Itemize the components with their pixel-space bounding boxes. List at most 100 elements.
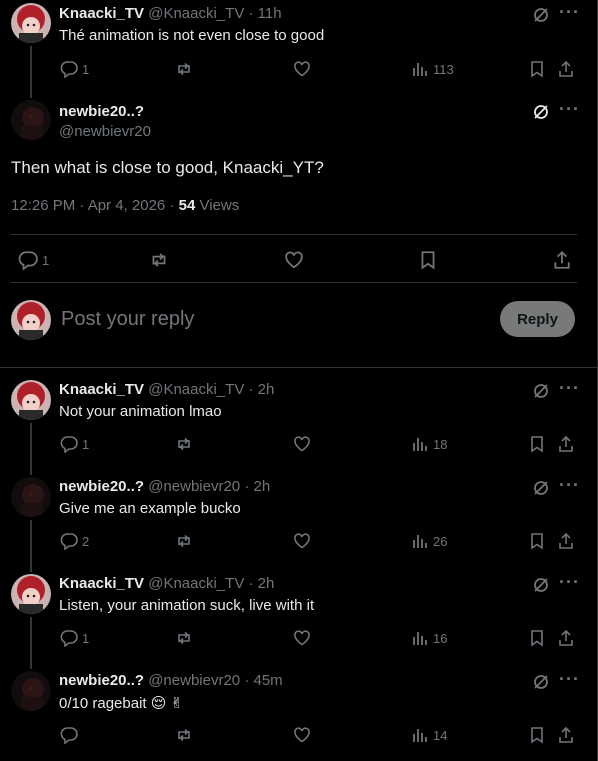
grok-icon[interactable] (532, 479, 550, 497)
views-action[interactable]: 16 (411, 629, 447, 647)
tweet-meta: 12:26 PM · Apr 4, 2026 · 54 Views (11, 197, 239, 214)
like-icon[interactable] (293, 726, 311, 744)
bookmark-icon[interactable] (528, 726, 546, 744)
reply-tweet[interactable]: newbie20..? @newbievr20 · 45m 0/10 rageb… (0, 669, 596, 761)
bookmark-icon[interactable] (528, 60, 546, 78)
reply-tweet[interactable]: Knaacki_TV @Knaacki_TV · 2h Listen, your… (0, 572, 596, 669)
share-icon[interactable] (552, 250, 572, 270)
reply-action[interactable]: 2 (60, 532, 89, 550)
more-icon[interactable]: ··· (559, 669, 580, 690)
like-icon[interactable] (293, 60, 311, 78)
grok-icon[interactable] (532, 576, 550, 594)
share-icon[interactable] (557, 60, 575, 78)
reply-count: 1 (82, 436, 90, 452)
grok-icon[interactable] (532, 673, 550, 691)
author-handle[interactable]: @newbievr20 (148, 672, 240, 689)
separator: · (244, 575, 258, 592)
reply-action[interactable]: 1 (60, 435, 89, 453)
author-handle[interactable]: @newbievr20 (148, 478, 240, 495)
bookmark-icon[interactable] (418, 250, 438, 270)
reply-action[interactable]: 1 (60, 60, 89, 78)
reply-input[interactable]: Post your reply (61, 308, 194, 331)
timestamp[interactable]: 45m (254, 672, 283, 689)
grok-icon[interactable] (532, 382, 550, 400)
author-handle[interactable]: @newbievr20 (59, 123, 151, 140)
thread-line (30, 617, 32, 669)
share-icon[interactable] (557, 532, 575, 550)
reply-count: 1 (82, 61, 90, 77)
bookmark-icon[interactable] (528, 532, 546, 550)
timestamp[interactable]: 2h (258, 575, 275, 592)
thread-line (30, 423, 32, 475)
like-icon[interactable] (293, 532, 311, 550)
reply-tweet[interactable]: Knaacki_TV @Knaacki_TV · 2h Not your ani… (0, 378, 596, 475)
more-icon[interactable]: ··· (559, 378, 580, 399)
reply-action[interactable]: 1 (18, 250, 49, 270)
more-icon[interactable]: ··· (559, 572, 580, 593)
reply-icon (60, 532, 78, 550)
author-name[interactable]: Knaacki_TV (59, 5, 144, 22)
reply-count: 1 (42, 252, 50, 268)
like-icon[interactable] (293, 435, 311, 453)
author-name[interactable]: newbie20..? (59, 103, 144, 120)
divider (11, 234, 577, 235)
avatar[interactable] (11, 671, 51, 711)
like-icon[interactable] (284, 250, 304, 270)
view-count: 26 (433, 533, 448, 549)
author-name[interactable]: newbie20..? (59, 478, 144, 495)
grok-icon[interactable] (532, 103, 550, 121)
repost-icon[interactable] (149, 250, 169, 270)
author-handle[interactable]: @Knaacki_TV (148, 5, 244, 22)
repost-icon[interactable] (175, 60, 193, 78)
share-icon[interactable] (557, 435, 575, 453)
more-icon[interactable]: ··· (559, 2, 580, 23)
views-action[interactable]: 14 (411, 726, 447, 744)
views-label: Views (199, 197, 240, 214)
avatar[interactable] (11, 477, 51, 517)
thread-line (30, 520, 32, 572)
timestamp[interactable]: 12:26 PM · Apr 4, 2026 · (11, 197, 174, 214)
reply-action[interactable]: 1 (60, 629, 89, 647)
grok-icon[interactable] (532, 6, 550, 24)
views-action[interactable]: 26 (411, 532, 447, 550)
repost-icon[interactable] (175, 629, 193, 647)
timestamp[interactable]: 2h (258, 381, 275, 398)
timestamp[interactable]: 11h (258, 5, 282, 22)
more-icon[interactable]: ··· (559, 99, 580, 120)
share-icon[interactable] (557, 726, 575, 744)
bookmark-icon[interactable] (528, 435, 546, 453)
parent-tweet[interactable]: Knaacki_TV @Knaacki_TV · 11h Thé animati… (0, 0, 596, 98)
views-action[interactable]: 113 (411, 60, 454, 78)
share-icon[interactable] (557, 629, 575, 647)
author-handle[interactable]: @Knaacki_TV (148, 575, 244, 592)
reply-icon (60, 629, 78, 647)
thread-line (30, 46, 32, 98)
bookmark-icon[interactable] (528, 629, 546, 647)
avatar[interactable] (11, 574, 51, 614)
avatar[interactable] (11, 100, 51, 140)
reply-button[interactable]: Reply (500, 301, 575, 337)
timestamp[interactable]: 2h (254, 478, 271, 495)
tweet-text: Then what is close to good, Knaacki_YT? (11, 158, 324, 177)
author-name[interactable]: newbie20..? (59, 672, 144, 689)
tweet-text: Thé animation is not even close to good (59, 27, 325, 44)
tweet-header: Knaacki_TV @Knaacki_TV · 2h (59, 381, 274, 398)
reply-action[interactable] (60, 726, 82, 744)
repost-icon[interactable] (175, 532, 193, 550)
avatar[interactable] (11, 380, 51, 420)
reply-icon (60, 60, 78, 78)
reply-tweet[interactable]: newbie20..? @newbievr20 · 2h Give me an … (0, 475, 596, 572)
views-action[interactable]: 18 (411, 435, 447, 453)
repost-icon[interactable] (175, 435, 193, 453)
author-handle[interactable]: @Knaacki_TV (148, 381, 244, 398)
repost-icon[interactable] (175, 726, 193, 744)
more-icon[interactable]: ··· (559, 475, 580, 496)
view-count: 18 (433, 436, 448, 452)
reply-count: 1 (82, 630, 90, 646)
view-count: 113 (433, 61, 454, 77)
like-icon[interactable] (293, 629, 311, 647)
analytics-icon (411, 435, 429, 453)
avatar[interactable] (11, 3, 51, 43)
author-name[interactable]: Knaacki_TV (59, 575, 144, 592)
author-name[interactable]: Knaacki_TV (59, 381, 144, 398)
